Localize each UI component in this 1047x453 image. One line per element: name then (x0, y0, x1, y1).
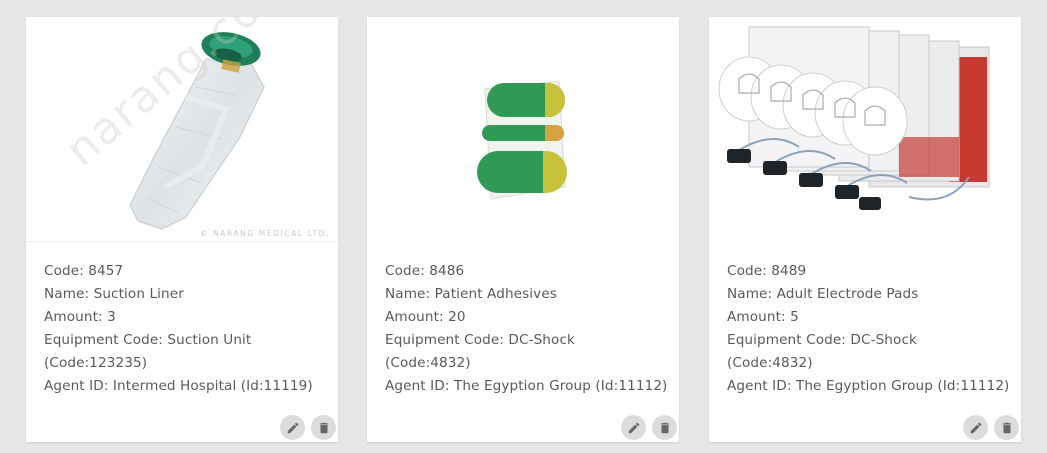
equipment-card: narang.com © NARANG MEDICAL LTD. Code: 8… (26, 17, 338, 442)
card-details: Code: 8489 Name: Adult Electrode Pads Am… (727, 260, 1012, 398)
code-text: Code: 8457 (44, 263, 124, 279)
equipment-card: Code: 8486 Name: Patient Adhesives Amoun… (367, 17, 679, 442)
equipment-code-id-text: (Code:4832) (727, 355, 813, 371)
code-text: Code: 8489 (727, 263, 807, 279)
card-actions (963, 415, 1019, 440)
edit-button[interactable] (280, 415, 305, 440)
equipment-code-id-text: (Code:4832) (385, 355, 471, 371)
card-actions (621, 415, 677, 440)
patient-adhesives-image (367, 17, 679, 241)
card-details: Code: 8486 Name: Patient Adhesives Amoun… (385, 260, 670, 398)
equipment-card: Code: 8489 Name: Adult Electrode Pads Am… (709, 17, 1021, 442)
amount-text: Amount: 20 (385, 309, 466, 325)
name-text: Name: Suction Liner (44, 286, 184, 302)
pencil-icon (970, 422, 981, 433)
name-text: Name: Adult Electrode Pads (727, 286, 919, 302)
trash-icon (1002, 422, 1011, 433)
code-text: Code: 8486 (385, 263, 465, 279)
delete-button[interactable] (994, 415, 1019, 440)
equipment-code-id-text: (Code:123235) (44, 355, 148, 371)
trash-icon (319, 422, 328, 433)
patient-adhesives-illustration (477, 80, 567, 200)
agent-id-text: Agent ID: The Egyption Group (Id:11112) (385, 378, 668, 394)
pencil-icon (287, 422, 298, 433)
edit-button[interactable] (963, 415, 988, 440)
agent-id-text: Agent ID: The Egyption Group (Id:11112) (727, 378, 1010, 394)
card-actions (280, 415, 336, 440)
amount-text: Amount: 3 (44, 309, 116, 325)
electrode-pads-illustration (718, 26, 990, 210)
delete-button[interactable] (311, 415, 336, 440)
pencil-icon (628, 422, 639, 433)
suction-liner-image: narang.com © NARANG MEDICAL LTD. (26, 17, 338, 242)
equipment-code-text: Equipment Code: Suction Unit (44, 332, 252, 348)
electrode-pads-image (709, 17, 1021, 241)
delete-button[interactable] (652, 415, 677, 440)
agent-id-text: Agent ID: Intermed Hospital (Id:11119) (44, 378, 313, 394)
equipment-code-text: Equipment Code: DC-Shock (727, 332, 917, 348)
trash-icon (660, 422, 669, 433)
card-details: Code: 8457 Name: Suction Liner Amount: 3… (44, 260, 329, 398)
equipment-card-grid: narang.com © NARANG MEDICAL LTD. Code: 8… (0, 0, 1047, 453)
amount-text: Amount: 5 (727, 309, 799, 325)
equipment-code-text: Equipment Code: DC-Shock (385, 332, 575, 348)
name-text: Name: Patient Adhesives (385, 286, 557, 302)
edit-button[interactable] (621, 415, 646, 440)
image-watermark: © NARANG MEDICAL LTD. (199, 229, 330, 238)
